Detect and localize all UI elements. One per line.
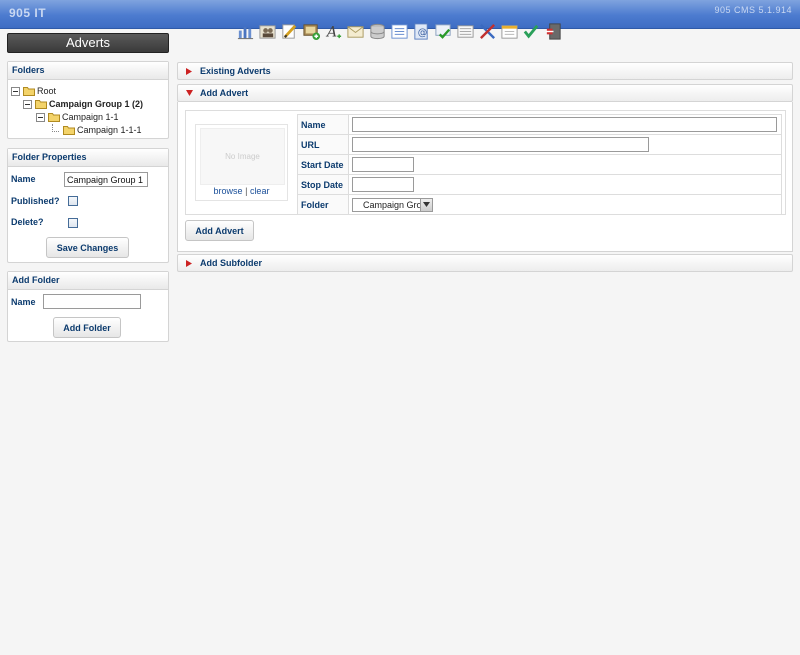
existing-adverts-header[interactable]: Existing Adverts [177, 62, 793, 80]
calendar-icon[interactable] [499, 21, 520, 42]
save-changes-button[interactable]: Save Changes [46, 237, 129, 258]
image-placeholder: No Image [200, 128, 285, 185]
address-book-icon[interactable]: @ [411, 21, 432, 42]
logout-door-icon[interactable] [543, 21, 564, 42]
email-icon[interactable] [345, 21, 366, 42]
stop-date-input[interactable] [352, 177, 414, 192]
folder-icon [48, 113, 60, 122]
tools-icon[interactable] [477, 21, 498, 42]
name-field-row: Name [297, 114, 782, 135]
clear-link[interactable]: clear [250, 186, 270, 196]
tree-node-campaign-1-1-1[interactable]: Campaign 1-1-1 [52, 124, 142, 136]
link-separator: | [245, 186, 248, 196]
start-date-label: Start Date [297, 154, 349, 175]
add-folder-name-label: Name [11, 297, 36, 307]
folder-select[interactable]: Campaign Group 1 [352, 197, 433, 212]
chevron-down-icon [420, 198, 432, 211]
version-label: 905 CMS 5.1.914 [714, 5, 792, 15]
browse-link[interactable]: browse [214, 186, 243, 196]
approve-check-icon[interactable] [433, 21, 454, 42]
collapse-icon[interactable] [36, 112, 45, 122]
folder-icon [23, 87, 35, 96]
add-subfolder-label: Add Subfolder [200, 258, 262, 268]
advert-name-cell [348, 114, 782, 135]
expand-triangle-icon [186, 67, 194, 75]
tree-node-campaign-1-1[interactable]: Campaign 1-1 [36, 111, 119, 123]
delete-row: Delete? [11, 214, 44, 230]
advert-fields-table: Name URL Start Date Stop Date Folder Cam… [297, 114, 782, 215]
published-label: Published? [11, 196, 60, 206]
tree-branch-line [52, 124, 59, 132]
delete-checkbox[interactable] [68, 218, 78, 228]
tree-node-campaign-group-1[interactable]: Campaign Group 1 (2) [23, 98, 143, 110]
list-icon[interactable] [389, 21, 410, 42]
url-field-row: URL [297, 134, 782, 155]
brand-logo: 905 IT [9, 6, 47, 20]
edit-pencil-icon[interactable] [279, 21, 300, 42]
start-date-input[interactable] [352, 157, 414, 172]
stats-chart-icon[interactable] [235, 21, 256, 42]
published-row: Published? [11, 193, 60, 209]
tree-label: Root [37, 86, 57, 96]
expand-triangle-icon [186, 259, 194, 267]
help-check-icon[interactable] [521, 21, 542, 42]
image-links: browse | clear [195, 186, 288, 196]
svg-text:@: @ [418, 27, 428, 38]
add-advert-header[interactable]: Add Advert [177, 84, 793, 102]
advert-name-label: Name [297, 114, 349, 135]
tree-node-root[interactable]: Root [11, 85, 56, 97]
folder-icon [63, 126, 75, 135]
add-folder-button[interactable]: Add Folder [53, 317, 121, 338]
add-folder-name-row: Name [11, 294, 36, 310]
stop-date-row: Stop Date [297, 174, 782, 195]
collapse-triangle-icon [186, 90, 194, 96]
tree-label: Campaign 1-1-1 [77, 125, 142, 135]
list-view-icon[interactable] [455, 21, 476, 42]
add-folder-name-input[interactable] [43, 294, 141, 309]
advert-url-label: URL [297, 134, 349, 155]
start-date-row: Start Date [297, 154, 782, 175]
tree-label: Campaign 1-1 [62, 112, 119, 122]
published-checkbox[interactable] [68, 196, 78, 206]
stop-date-label: Stop Date [297, 174, 349, 195]
advert-name-input[interactable] [352, 117, 777, 132]
stop-date-cell [348, 174, 782, 195]
add-advert-label: Add Advert [200, 88, 249, 98]
add-advert-button[interactable]: Add Advert [185, 220, 254, 241]
users-icon[interactable] [257, 21, 278, 42]
collapse-icon[interactable] [23, 99, 32, 109]
folder-icon [35, 100, 47, 109]
folder-properties-heading: Folder Properties [8, 149, 168, 167]
svg-text:A: A [325, 24, 337, 40]
database-icon[interactable] [367, 21, 388, 42]
font-add-icon[interactable]: A [323, 21, 344, 42]
name-label: Name [11, 174, 36, 184]
name-row: Name [11, 171, 36, 187]
image-add-icon[interactable] [301, 21, 322, 42]
folders-heading: Folders [8, 62, 168, 80]
tree-label: Campaign Group 1 (2) [49, 99, 144, 109]
add-folder-heading: Add Folder [8, 272, 168, 290]
folder-label: Folder [297, 194, 349, 215]
start-date-cell [348, 154, 782, 175]
folder-name-input[interactable] [64, 172, 148, 187]
main-toolbar: A @ [235, 21, 564, 43]
delete-label: Delete? [11, 217, 44, 227]
section-title: Adverts [7, 33, 169, 53]
collapse-icon[interactable] [11, 86, 20, 96]
add-subfolder-header[interactable]: Add Subfolder [177, 254, 793, 272]
folder-cell: Campaign Group 1 [348, 194, 782, 215]
advert-url-cell [348, 134, 782, 155]
advert-url-input[interactable] [352, 137, 649, 152]
folder-row: Folder Campaign Group 1 [297, 194, 782, 215]
existing-adverts-label: Existing Adverts [200, 66, 271, 76]
